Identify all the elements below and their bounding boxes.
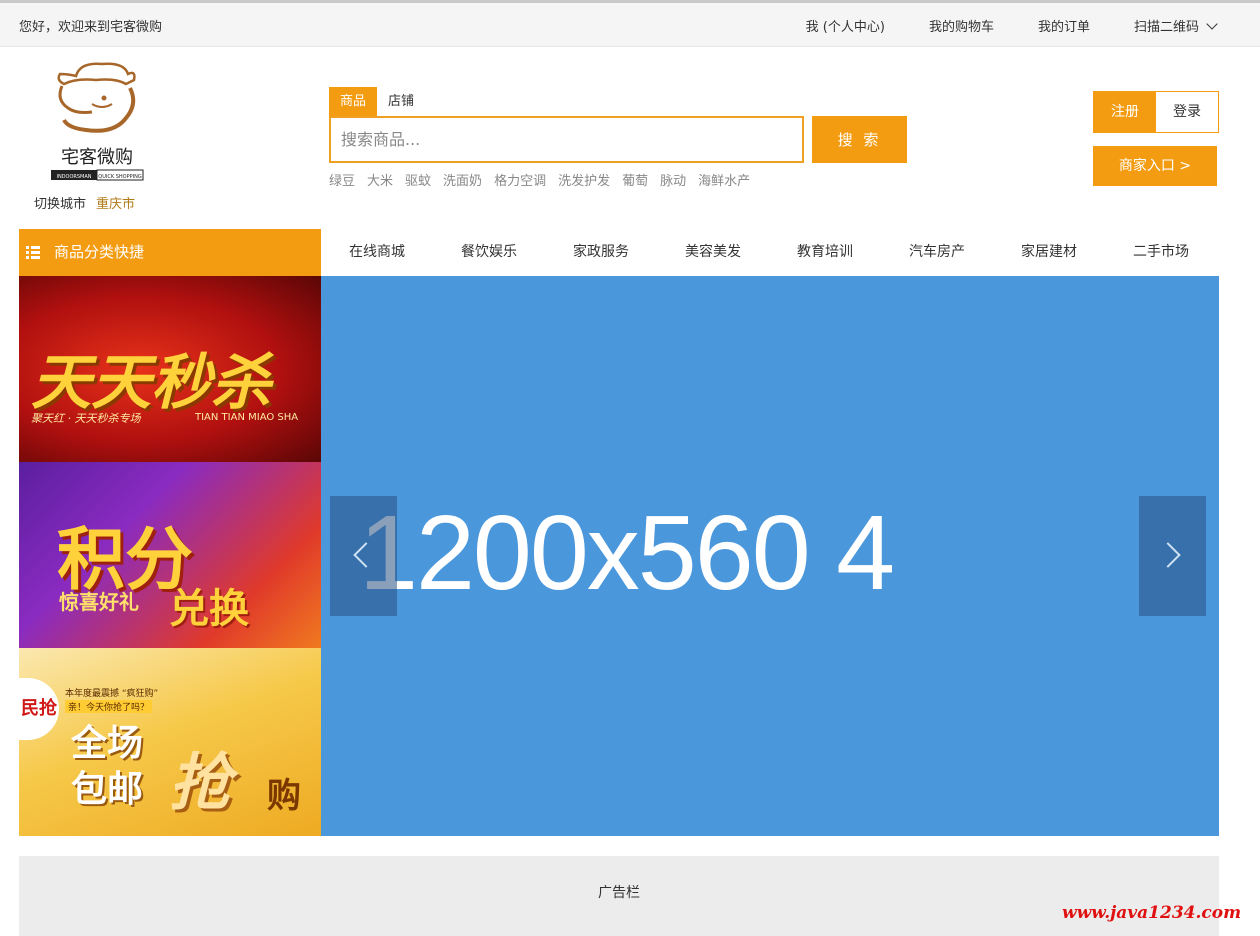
top-link-qrcode[interactable]: 扫描二维码 (1133, 16, 1218, 35)
promo-flash-sale[interactable]: 天天秒杀 聚天红 · 天天秒杀专场 TIAN TIAN MIAO SHA (19, 276, 321, 462)
hot-keyword[interactable]: 海鲜水产 (698, 170, 750, 189)
logo-name: 宅客微购 (61, 147, 133, 168)
merchant-entry-button[interactable]: 商家入口 > (1093, 146, 1217, 186)
top-bar: 您好，欢迎来到宅客微购 我 (个人中心) 我的购物车 我的订单 扫描二维码 (0, 0, 1260, 47)
search-box (329, 116, 804, 163)
hot-keyword[interactable]: 洗发护发 (558, 170, 610, 189)
promo-end-char: 购 (267, 776, 301, 816)
promo-title: 全场 包邮 (71, 720, 143, 812)
nav-item-dining[interactable]: 餐饮娱乐 (433, 229, 545, 276)
promo-small-text: 亲！今天你抢了吗？ (65, 700, 153, 713)
list-icon (26, 246, 40, 259)
hot-keywords: 绿豆 大米 驱蚊 洗面奶 格力空调 洗发护发 葡萄 脉动 海鲜水产 (329, 170, 762, 189)
auth-buttons: 注册 登录 (1093, 91, 1219, 133)
search-tab-shops[interactable]: 店铺 (377, 87, 425, 116)
ad-bar[interactable]: 广告栏 (19, 856, 1219, 936)
nav-item-online-mall[interactable]: 在线商城 (321, 229, 433, 276)
promo-subtitle-big: 兑换 (169, 585, 249, 632)
main-carousel[interactable]: 1200x560 4 (321, 276, 1219, 836)
carousel-placeholder-text: 1200x560 4 (359, 494, 895, 612)
top-link-cart[interactable]: 我的购物车 (929, 16, 994, 35)
promo-subtitle: 惊喜好礼 (59, 590, 139, 614)
chevron-right-icon (1155, 542, 1181, 568)
promo-line-1: 全场 (71, 722, 144, 764)
current-city[interactable]: 重庆市 (96, 197, 135, 212)
nav-item-beauty[interactable]: 美容美发 (657, 229, 769, 276)
logo-tagline-2: QUICK SHOPPING (98, 174, 142, 180)
hot-keyword[interactable]: 驱蚊 (405, 170, 431, 189)
nav-item-home-building[interactable]: 家居建材 (993, 229, 1105, 276)
logo-tagline-1: INDOORSMAN (56, 174, 91, 180)
hot-keyword[interactable]: 大米 (367, 170, 393, 189)
top-links: 我 (个人中心) 我的购物车 我的订单 扫描二维码 (762, 16, 1218, 35)
promo-big-char: 抢 (169, 746, 232, 819)
carousel-next-button[interactable] (1139, 496, 1206, 616)
nav-item-auto-realestate[interactable]: 汽车房产 (881, 229, 993, 276)
search-tabs: 商品 店铺 (329, 87, 425, 116)
category-menu-header[interactable]: 商品分类快捷 (19, 229, 321, 276)
promo-free-shipping[interactable]: 民抢 本年度最震撼 “疯狂购” 亲！今天你抢了吗？ 全场 包邮 抢 购 (19, 648, 321, 836)
hot-keyword[interactable]: 格力空调 (494, 170, 546, 189)
ad-bar-label: 广告栏 (598, 885, 640, 901)
search-button[interactable]: 搜 索 (812, 116, 907, 163)
search-tab-goods[interactable]: 商品 (329, 87, 378, 116)
promo-subtitle-en: TIAN TIAN MIAO SHA (195, 412, 299, 423)
promo-title: 天天秒杀 (31, 348, 271, 418)
main-nav: 在线商城 餐饮娱乐 家政服务 美容美发 教育培训 汽车房产 家居建材 二手市场 (321, 229, 1219, 276)
logo-hat-icon: 宅客微购 INDOORSMAN QUICK SHOPPING (51, 62, 144, 181)
hot-keyword[interactable]: 葡萄 (622, 170, 648, 189)
promo-small-text: 本年度最震撼 “疯狂购” (65, 689, 159, 699)
carousel-prev-button[interactable] (330, 496, 397, 616)
chevron-left-icon (353, 542, 379, 568)
promo-tag: 民抢 (19, 678, 59, 740)
chevron-down-icon (1206, 18, 1218, 30)
city-switch-label: 切换城市 (34, 197, 87, 212)
nav-item-housekeeping[interactable]: 家政服务 (545, 229, 657, 276)
promo-line-2: 包邮 (71, 768, 144, 810)
search-input[interactable] (331, 118, 802, 161)
nav-item-second-hand[interactable]: 二手市场 (1105, 229, 1217, 276)
welcome-text: 您好，欢迎来到宅客微购 (19, 20, 163, 35)
hot-keyword[interactable]: 绿豆 (329, 170, 355, 189)
register-button[interactable]: 注册 (1094, 92, 1156, 132)
hot-keyword[interactable]: 洗面奶 (443, 170, 482, 189)
top-link-personal-center[interactable]: 我 (个人中心) (806, 16, 885, 35)
city-switcher[interactable]: 切换城市 重庆市 (34, 193, 135, 212)
watermark-text: www.java1234.com (1062, 903, 1242, 923)
promo-subtitle: 聚天红 · 天天秒杀专场 (31, 412, 141, 425)
promo-points-exchange[interactable]: 积分 惊喜好礼 兑换 (19, 462, 321, 648)
hot-keyword[interactable]: 脉动 (660, 170, 686, 189)
site-logo[interactable]: 宅客微购 INDOORSMAN QUICK SHOPPING (46, 60, 148, 184)
category-menu-label: 商品分类快捷 (54, 243, 145, 261)
top-link-qrcode-label: 扫描二维码 (1133, 20, 1199, 35)
nav-item-education[interactable]: 教育培训 (769, 229, 881, 276)
login-button[interactable]: 登录 (1156, 92, 1218, 132)
top-link-orders[interactable]: 我的订单 (1038, 16, 1090, 35)
